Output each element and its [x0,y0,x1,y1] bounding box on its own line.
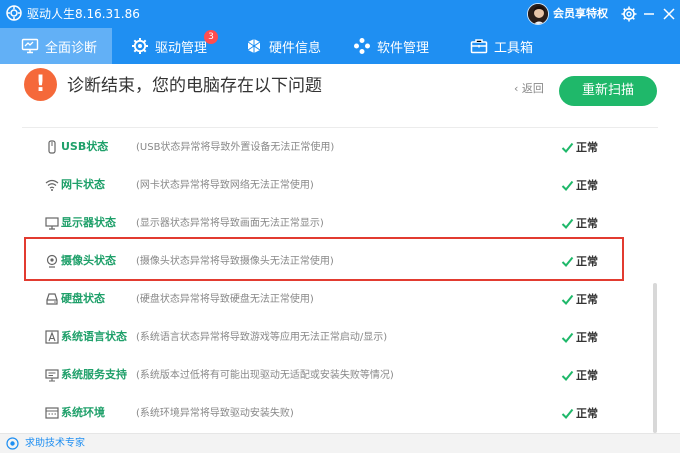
highlight-box [24,237,624,281]
check-icon [561,142,574,153]
chip-icon [247,39,261,53]
monitor-icon [21,38,39,54]
help-icon[interactable] [6,437,19,450]
footer-bar: 求助技术专家 [0,433,680,453]
avatar[interactable] [527,3,549,25]
gear-icon[interactable] [620,5,638,23]
back-label: 返回 [521,82,544,95]
usb-icon [48,140,56,154]
tab-label: 全面诊断 [45,40,98,56]
item-description: (硬盘状态异常将导致硬盘无法正常使用) [136,294,314,305]
tab-driver-management[interactable]: 驱动管理 [131,28,207,64]
list-item: 硬盘状态 (硬盘状态异常将导致硬盘无法正常使用) 正常 [22,280,648,318]
harddisk-icon [46,293,58,305]
gear-icon [132,38,148,54]
avatar-image-icon [528,4,548,24]
alert-icon: ! [24,68,57,101]
apps-icon [354,38,370,54]
tab-hardware-info[interactable]: 硬件信息 [245,28,321,64]
language-icon [45,330,59,344]
diagnosis-header: ! 诊断结束，您的电脑存在以下问题 ‹ 返回 重新扫描 [0,64,680,122]
item-description: (系统版本过低将有可能出现驱动无适配或安装失败等情况) [136,370,394,381]
app-logo-icon [6,5,22,21]
tab-label: 工具箱 [494,40,534,56]
list-item: USB状态 (USB状态异常将导致外置设备无法正常使用) 正常 [22,128,648,166]
check-icon [561,294,574,305]
tab-label: 硬件信息 [269,40,322,56]
item-name: USB状态 [61,140,109,153]
minimize-icon[interactable] [640,5,658,23]
tab-software-management[interactable]: 软件管理 [353,28,429,64]
ask-expert-link[interactable]: 求助技术专家 [25,438,85,450]
item-description: (显示器状态异常将导致画面无法正常显示) [136,218,324,229]
item-description: (系统环境异常将导致驱动安装失败) [136,408,294,419]
toolbox-icon [470,39,488,54]
rescan-button[interactable]: 重新扫描 [559,76,657,106]
tab-label: 软件管理 [377,40,430,56]
item-status: 正常 [576,369,598,382]
list-item: 系统环境 (系统环境异常将导致驱动安装失败) 正常 [22,394,648,432]
item-status: 正常 [576,217,598,230]
tab-toolbox[interactable]: 工具箱 [470,28,533,64]
item-name: 系统服务支持 [61,368,127,381]
item-status: 正常 [576,407,598,420]
list-item: 网卡状态 (网卡状态异常将导致网络无法正常使用) 正常 [22,166,648,204]
service-icon [45,369,59,382]
member-privilege-link[interactable]: 会员享特权 [553,7,608,21]
display-icon [45,217,59,230]
chevron-left-icon: ‹ [514,82,519,95]
main-nav: 全面诊断 驱动管理 3 硬件信息 软件管理 工具箱 [0,28,680,64]
page-title: 诊断结束，您的电脑存在以下问题 [67,76,322,96]
tab-label: 驱动管理 [155,40,208,56]
check-icon [561,218,574,229]
list-scrollbar[interactable] [653,283,657,433]
environment-icon [45,407,59,419]
item-description: (网卡状态异常将导致网络无法正常使用) [136,180,314,191]
check-icon [561,408,574,419]
list-item: 系统服务支持 (系统版本过低将有可能出现驱动无适配或安装失败等情况) 正常 [22,356,648,394]
check-icon [561,332,574,343]
driver-update-badge: 3 [204,30,218,44]
item-status: 正常 [576,331,598,344]
item-name: 网卡状态 [61,178,105,191]
item-name: 显示器状态 [61,216,116,229]
back-button[interactable]: ‹ 返回 [514,82,544,96]
item-status: 正常 [576,179,598,192]
item-status: 正常 [576,141,598,154]
item-status: 正常 [576,293,598,306]
item-description: (系统语言状态异常将导致游戏等应用无法正常启动/显示) [136,332,388,343]
item-name: 硬盘状态 [61,292,105,305]
item-name: 系统语言状态 [61,330,127,343]
close-icon[interactable] [660,5,678,23]
tab-full-diagnosis[interactable]: 全面诊断 [0,28,112,64]
item-name: 系统环境 [61,406,105,419]
check-icon [561,180,574,191]
wifi-icon [45,179,59,191]
check-icon [561,370,574,381]
item-description: (USB状态异常将导致外置设备无法正常使用) [136,142,335,153]
window-title: 驱动人生8.16.31.86 [27,7,140,21]
list-item: 系统语言状态 (系统语言状态异常将导致游戏等应用无法正常启动/显示) 正常 [22,318,648,356]
title-bar: 驱动人生8.16.31.86 会员享特权 [0,0,680,28]
